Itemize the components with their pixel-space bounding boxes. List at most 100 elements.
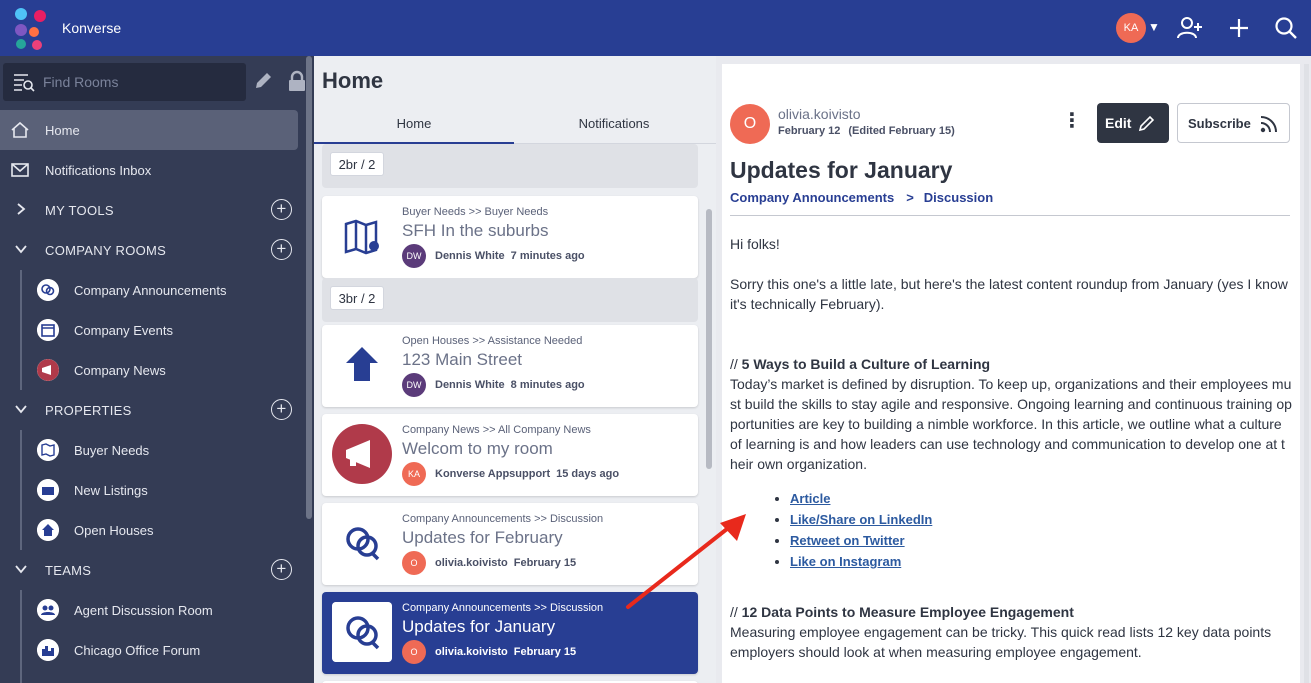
linkedin-link[interactable]: Like/Share on LinkedIn: [790, 512, 932, 527]
card-title[interactable]: Updates for February: [402, 528, 563, 548]
feed-card[interactable]: Company News >> All Company News Welcom …: [322, 414, 698, 496]
twitter-link[interactable]: Retweet on Twitter: [790, 533, 905, 548]
find-rooms-search[interactable]: [3, 63, 246, 101]
section-my-tools[interactable]: MY TOOLS +: [0, 190, 298, 230]
discussion-icon: [332, 602, 392, 662]
filter-search-icon: [14, 74, 35, 92]
post-pane: O olivia.koivisto February 12 (Edited Feb…: [716, 56, 1311, 683]
feed-card[interactable]: Open Houses >> Assistance Needed 123 Mai…: [322, 325, 698, 407]
edit-button[interactable]: Edit: [1097, 103, 1169, 143]
group-badge[interactable]: 2br / 2: [330, 152, 384, 176]
page-title: Home: [322, 68, 384, 93]
sidebar-room-agent-discussion[interactable]: Agent Discussion Room: [20, 590, 298, 630]
sidebar-room-company-announcements[interactable]: Company Announcements: [20, 270, 298, 310]
feed-group: 3br / 2: [322, 278, 698, 322]
card-title[interactable]: Updates for January: [402, 617, 555, 637]
section-body: Today’s market is defined by disruption.…: [730, 376, 1292, 472]
instagram-link[interactable]: Like on Instagram: [790, 554, 901, 569]
sidebar-room-company-events[interactable]: Company Events: [20, 310, 298, 350]
sidebar-room-open-houses[interactable]: Open Houses: [20, 510, 298, 550]
map-icon: [37, 439, 59, 461]
card-author[interactable]: Dennis White: [435, 379, 505, 391]
card-author[interactable]: Dennis White: [435, 250, 505, 262]
card-breadcrumb: Open Houses >> Assistance Needed: [402, 335, 583, 347]
feed-column: Home Home Notifications 2br / 2 Buyer Ne…: [314, 56, 716, 683]
sidebar-room-buyer-needs[interactable]: Buyer Needs: [20, 430, 298, 470]
section-label: TEAMS: [45, 563, 92, 578]
megaphone-icon: [332, 424, 392, 484]
avatar: KA: [402, 462, 426, 486]
sidebar-room-new-listings[interactable]: New Listings: [20, 470, 298, 510]
card-author[interactable]: Konverse Appsupport: [435, 468, 550, 480]
tab-notifications[interactable]: Notifications: [514, 112, 714, 144]
avatar: DW: [402, 244, 426, 268]
add-property-button[interactable]: +: [271, 399, 292, 420]
add-company-room-button[interactable]: +: [271, 239, 292, 260]
sidebar-scrollbar[interactable]: [306, 56, 312, 519]
card-title[interactable]: 123 Main Street: [402, 350, 522, 370]
post-author[interactable]: olivia.koivisto: [778, 106, 860, 122]
section-company-rooms[interactable]: COMPANY ROOMS +: [0, 230, 298, 270]
tab-home[interactable]: Home: [314, 112, 514, 144]
section-label: COMPANY ROOMS: [45, 243, 167, 258]
user-menu-caret-icon[interactable]: ▼: [1148, 20, 1160, 34]
section-teams[interactable]: TEAMS +: [0, 550, 298, 590]
city-icon: [37, 639, 59, 661]
section-properties[interactable]: PROPERTIES +: [0, 390, 298, 430]
card-title[interactable]: SFH In the suburbs: [402, 221, 548, 241]
find-rooms-input[interactable]: [43, 72, 238, 92]
feed-card-selected[interactable]: Company Announcements >> Discussion Upda…: [322, 592, 698, 674]
sidebar-item-home[interactable]: Home: [0, 110, 298, 150]
avatar: DW: [402, 373, 426, 397]
card-title[interactable]: Welcom to my room: [402, 439, 553, 459]
sidebar-room-company-news[interactable]: Company News: [20, 350, 298, 390]
room-label: Agent Discussion Room: [74, 603, 213, 618]
chevron-down-icon: [15, 405, 27, 414]
card-meta: olivia.koivisto February 15: [435, 557, 576, 569]
people-icon: [37, 599, 59, 621]
more-options-icon[interactable]: ⋮: [1062, 111, 1082, 135]
edit-label: Edit: [1105, 115, 1132, 131]
top-bar: Konverse KA ▼: [0, 0, 1311, 56]
sidebar-item-notifications-inbox[interactable]: Notifications Inbox: [0, 150, 298, 190]
feed-tabs: Home Notifications: [314, 112, 716, 144]
breadcrumb-topic[interactable]: Discussion: [924, 190, 993, 205]
search-icon[interactable]: [1272, 14, 1300, 42]
add-tool-button[interactable]: +: [271, 199, 292, 220]
calendar-icon: [37, 319, 59, 341]
feed-scrollbar[interactable]: [706, 209, 712, 469]
post-scrollbar[interactable]: [1304, 64, 1309, 683]
room-label: New Listings: [74, 483, 148, 498]
card-time: 8 minutes ago: [510, 379, 585, 391]
mail-icon: [11, 163, 29, 177]
user-avatar[interactable]: KA: [1116, 13, 1146, 43]
section-heading: // 5 Ways to Build a Culture of Learning: [730, 354, 1292, 374]
card-meta: Dennis White 7 minutes ago: [435, 250, 585, 262]
add-user-icon[interactable]: [1176, 14, 1204, 42]
card-author[interactable]: olivia.koivisto: [435, 646, 508, 658]
sidebar-room-chicago-office[interactable]: Chicago Office Forum: [20, 630, 298, 670]
pencil-icon: [1138, 115, 1155, 132]
card-breadcrumb: Company Announcements >> Discussion: [402, 513, 604, 525]
feed-list: 2br / 2 Buyer Needs >> Buyer Needs SFH I…: [314, 144, 706, 683]
section-prefix: //: [730, 604, 742, 620]
add-team-button[interactable]: +: [271, 559, 292, 580]
list-item: Like on Instagram: [790, 551, 1292, 572]
feed-card[interactable]: Company Announcements >> Discussion Upda…: [322, 503, 698, 585]
plus-icon[interactable]: [1225, 14, 1253, 42]
breadcrumb-room[interactable]: Company Announcements: [730, 190, 894, 205]
avatar: O: [402, 551, 426, 575]
section-prefix: //: [730, 356, 742, 372]
article-link[interactable]: Article: [790, 491, 830, 506]
konverse-logo[interactable]: [12, 6, 50, 50]
discussion-icon: [37, 279, 59, 301]
pencil-icon[interactable]: [252, 70, 274, 92]
feed-card[interactable]: Buyer Needs >> Buyer Needs SFH In the su…: [322, 196, 698, 278]
lock-icon[interactable]: [286, 70, 308, 92]
group-badge[interactable]: 3br / 2: [330, 286, 384, 310]
app-title: Konverse: [62, 20, 122, 36]
card-author[interactable]: olivia.koivisto: [435, 557, 508, 569]
sidebar-item-label: Home: [45, 123, 80, 138]
subscribe-button[interactable]: Subscribe: [1177, 103, 1290, 143]
subscribe-label: Subscribe: [1188, 115, 1251, 131]
